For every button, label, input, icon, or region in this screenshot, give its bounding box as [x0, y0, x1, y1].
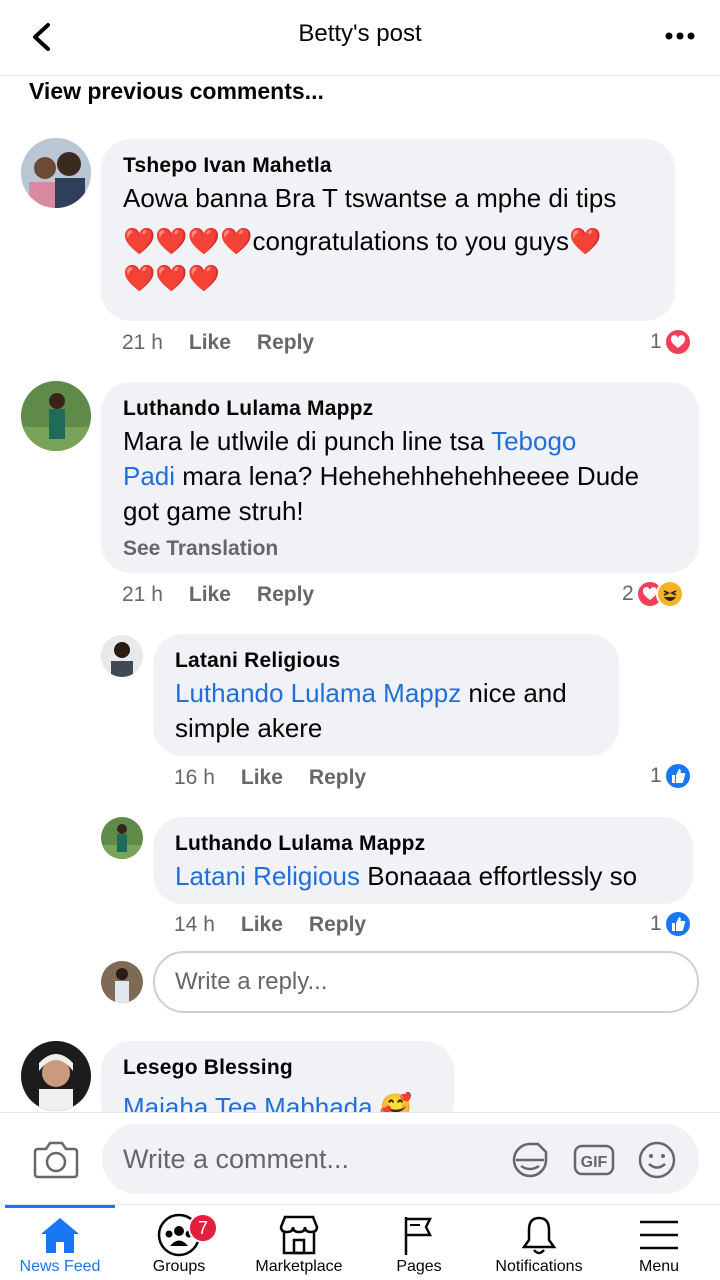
bottom-tab-bar: News Feed Groups 7 Marketplace Pages Not… — [0, 1204, 720, 1280]
avatar[interactable] — [21, 381, 91, 451]
svg-text:GIF: GIF — [581, 1154, 608, 1171]
love-reaction-icon — [663, 328, 692, 356]
reply-button[interactable]: Reply — [257, 331, 314, 354]
tab-pages[interactable]: Pages — [359, 1205, 479, 1280]
avatar[interactable] — [101, 635, 143, 677]
like-button[interactable]: Like — [189, 583, 231, 606]
comment-author[interactable]: Latani Religious — [175, 649, 340, 673]
avatar[interactable] — [21, 1041, 91, 1111]
comment-input[interactable]: Write a comment... GIF — [102, 1124, 699, 1194]
like-button[interactable]: Like — [189, 331, 231, 354]
reaction-count[interactable]: 1 — [650, 762, 692, 790]
sticker-button[interactable] — [508, 1140, 552, 1180]
comment-meta: 21 h Like Reply — [122, 331, 314, 355]
gif-button[interactable]: GIF — [572, 1140, 616, 1180]
comment-meta: 21 h Like Reply — [122, 583, 314, 607]
comment-meta: 14 h Like Reply — [174, 913, 366, 937]
see-translation-link[interactable]: See Translation — [123, 537, 278, 561]
avatar[interactable] — [101, 817, 143, 859]
reaction-count[interactable]: 1 — [650, 328, 692, 356]
comment-text: Aowa banna Bra T tswantse a mphe di tips… — [123, 183, 617, 293]
comment-meta: 16 h Like Reply — [174, 766, 366, 790]
tab-marketplace[interactable]: Marketplace — [239, 1205, 359, 1280]
tab-menu[interactable]: Menu — [599, 1205, 719, 1280]
mention-link[interactable]: Padi — [123, 461, 175, 491]
like-button[interactable]: Like — [241, 913, 283, 936]
avatar[interactable] — [21, 138, 91, 208]
comment-composer: Write a comment... GIF — [0, 1112, 720, 1204]
gif-icon: GIF — [573, 1144, 615, 1176]
flag-icon — [404, 1217, 433, 1255]
sticker-icon — [512, 1142, 548, 1178]
comment-time: 21 h — [122, 331, 163, 354]
comment-input-placeholder: Write a comment... — [123, 1144, 350, 1174]
like-button[interactable]: Like — [241, 766, 283, 789]
view-previous-comments-link[interactable]: View previous comments... — [29, 78, 324, 105]
comment-text: Latani Religious Bonaaaa effortlessly so — [175, 861, 638, 891]
comment-author[interactable]: Luthando Lulama Mappz — [123, 397, 373, 421]
tab-groups[interactable]: Groups — [119, 1205, 239, 1280]
haha-reaction-icon — [655, 580, 684, 608]
comment-author[interactable]: Tshepo Ivan Mahetla — [123, 154, 332, 178]
comment-time: 21 h — [122, 583, 163, 606]
home-icon — [41, 1218, 79, 1253]
page-title: Betty's post — [298, 20, 422, 47]
camera-button[interactable] — [32, 1137, 80, 1181]
comment-text: Luthando Lulama Mappz nice and simple ak… — [175, 678, 567, 743]
tab-news-feed[interactable]: News Feed — [0, 1205, 120, 1280]
reply-button[interactable]: Reply — [309, 766, 366, 789]
bell-icon — [521, 1216, 557, 1255]
comment-time: 16 h — [174, 766, 215, 789]
comment-author[interactable]: Luthando Lulama Mappz — [175, 832, 425, 856]
emoji-icon — [638, 1141, 676, 1179]
mention-link[interactable]: Tebogo — [491, 426, 576, 456]
groups-notification-badge: 7 — [188, 1213, 218, 1243]
comment-text: Mara le utlwile di punch line tsa Tebogo… — [123, 426, 640, 526]
comment-time: 14 h — [174, 913, 215, 936]
marketplace-icon — [279, 1215, 319, 1255]
reply-button[interactable]: Reply — [257, 583, 314, 606]
camera-icon — [33, 1141, 79, 1179]
like-reaction-icon — [663, 762, 692, 790]
menu-icon — [640, 1220, 678, 1250]
reaction-count[interactable]: 1 — [650, 910, 692, 938]
like-reaction-icon — [663, 910, 692, 938]
mention-link[interactable]: Latani Religious — [175, 861, 360, 891]
reaction-count[interactable]: 2 — [622, 580, 684, 608]
more-options-button[interactable] — [660, 24, 700, 48]
tab-notifications[interactable]: Notifications — [479, 1205, 599, 1280]
reply-input[interactable]: Write a reply... — [153, 951, 699, 1013]
emoji-button[interactable] — [635, 1140, 679, 1180]
reply-button[interactable]: Reply — [309, 913, 366, 936]
more-dots-icon — [665, 32, 695, 40]
mention-link[interactable]: Luthando Lulama Mappz — [175, 678, 461, 708]
avatar — [101, 961, 143, 1003]
comment-author[interactable]: Lesego Blessing — [123, 1056, 293, 1080]
top-header: Betty's post — [0, 0, 720, 76]
reply-input-placeholder: Write a reply... — [175, 968, 328, 995]
